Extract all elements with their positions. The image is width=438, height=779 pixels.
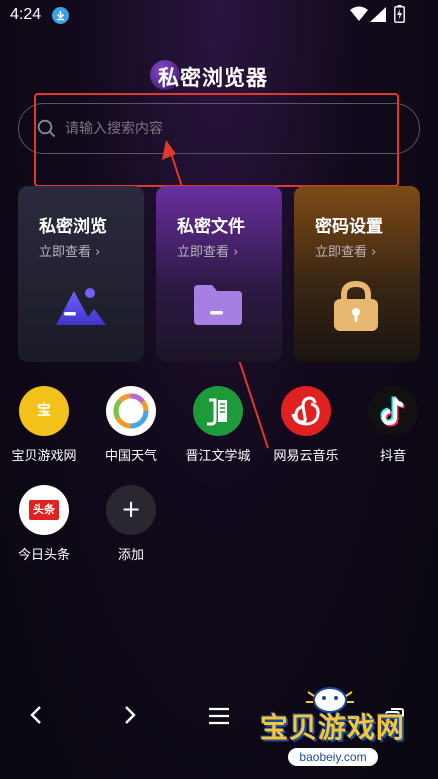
card-title: 私密文件 xyxy=(177,217,245,237)
lock-icon xyxy=(328,280,384,337)
folder-icon xyxy=(190,281,246,333)
douyin-icon xyxy=(368,386,418,436)
shortcut-label: 晋江文学城 xyxy=(185,449,251,464)
shortcut-douyin[interactable]: 抖音 xyxy=(352,386,434,476)
shortcut-toutiao[interactable]: 头条 今日头条 xyxy=(3,485,85,575)
status-time: 4:24 xyxy=(10,6,42,23)
back-icon[interactable] xyxy=(28,704,44,730)
search-input[interactable] xyxy=(65,116,365,142)
download-notification-icon xyxy=(52,7,69,24)
card-link[interactable]: 立即查看 › xyxy=(177,241,238,260)
card-link[interactable]: 立即查看 › xyxy=(315,241,376,260)
netease-music-icon xyxy=(281,386,331,436)
search-icon xyxy=(37,119,57,143)
shortcut-label: 网易云音乐 xyxy=(273,449,339,464)
add-icon: + xyxy=(106,485,156,535)
shortcut-jinjiang[interactable]: 晋江文学城 xyxy=(177,386,259,476)
shortcut-label: 添加 xyxy=(117,548,144,563)
shortcut-label: 宝贝游戏网 xyxy=(11,449,77,464)
watermark-logo: 宝贝游戏网 baobeiy.com xyxy=(258,684,408,776)
page-title: 私密浏览器 xyxy=(158,66,268,90)
card-link[interactable]: 立即查看 › xyxy=(39,241,100,260)
shortcut-label: 中国天气 xyxy=(104,449,157,464)
card-private-files[interactable]: 私密文件 立即查看 › xyxy=(156,186,282,362)
shortcut-label: 今日头条 xyxy=(17,548,70,563)
toutiao-icon: 头条 xyxy=(19,485,69,535)
status-bar: 4:24 xyxy=(0,0,438,30)
shortcut-china-weather[interactable]: 中国天气 xyxy=(90,386,172,476)
watermark-url: baobeiy.com xyxy=(288,748,378,766)
baobei-icon: 宝 xyxy=(19,386,69,436)
forward-icon[interactable] xyxy=(122,704,138,730)
menu-icon[interactable] xyxy=(208,707,230,729)
wifi-icon xyxy=(350,6,368,26)
card-password-settings[interactable]: 密码设置 立即查看 › xyxy=(294,186,420,362)
card-private-browse[interactable]: 私密浏览 立即查看 › xyxy=(18,186,144,362)
mountain-icon xyxy=(52,281,108,333)
jinjiang-icon xyxy=(193,386,243,436)
shortcut-baobei[interactable]: 宝 宝贝游戏网 xyxy=(3,386,85,476)
china-weather-icon xyxy=(106,386,156,436)
shortcut-label: 抖音 xyxy=(379,449,406,464)
app-header: 私密浏览器 xyxy=(150,58,290,94)
card-title: 私密浏览 xyxy=(39,217,107,237)
shortcut-netease-music[interactable]: 网易云音乐 xyxy=(265,386,347,476)
search-bar[interactable] xyxy=(18,103,420,154)
toutiao-badge: 头条 xyxy=(29,500,59,520)
signal-icon xyxy=(370,7,386,26)
shortcut-add[interactable]: + 添加 xyxy=(90,485,172,575)
card-title: 密码设置 xyxy=(315,217,383,237)
watermark-text: 宝贝游戏网 xyxy=(260,711,406,744)
battery-charging-icon xyxy=(394,5,405,27)
